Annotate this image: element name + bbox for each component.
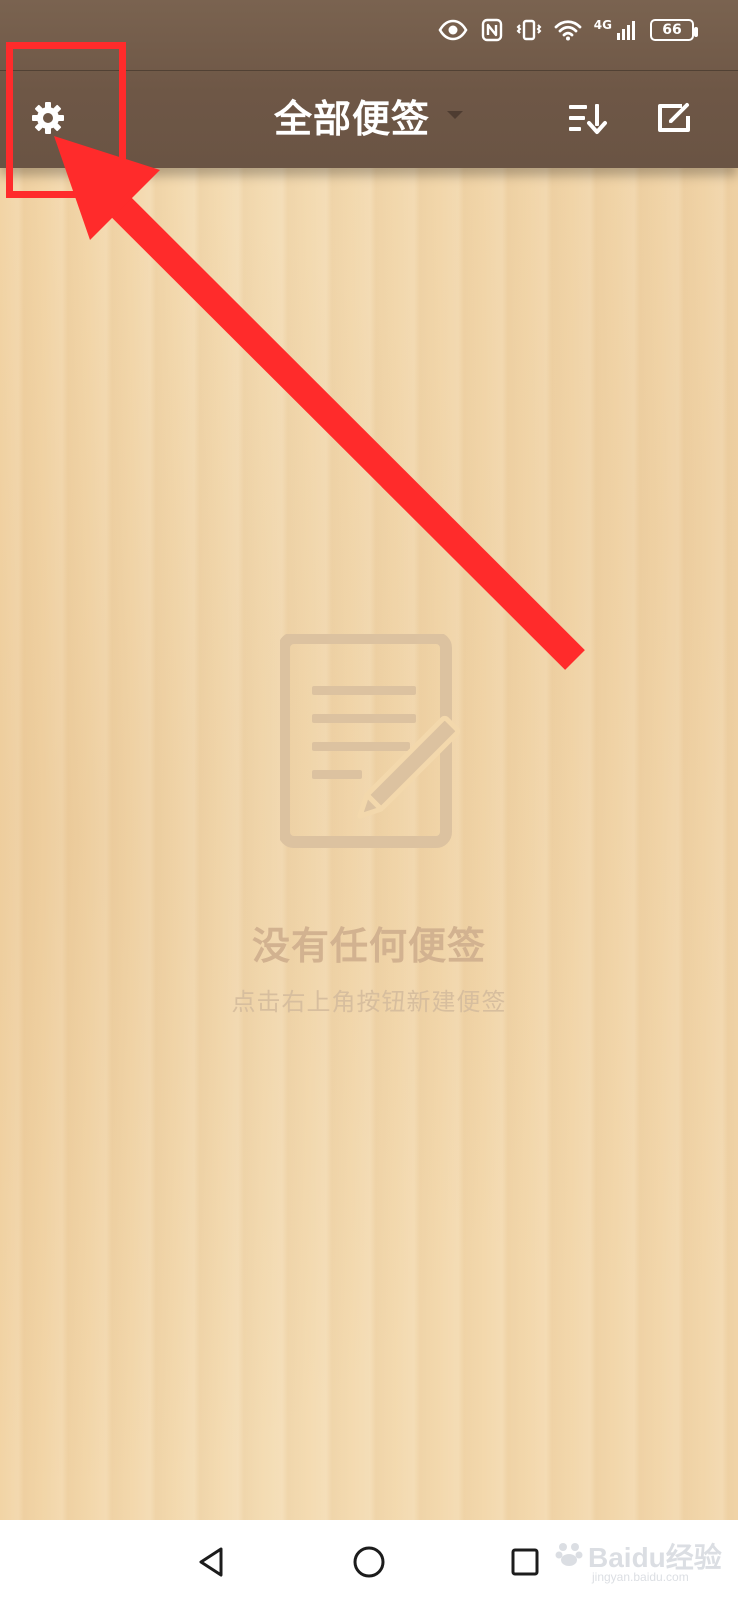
circle-home-icon [351,1544,387,1584]
page-title: 全部便签 [273,97,430,141]
annotation-highlight-box [6,42,126,198]
network-label: 4G [593,18,612,32]
vibrate-icon [516,18,542,42]
paw-icon [555,1543,583,1566]
nav-recents-button[interactable] [503,1542,547,1586]
baidu-watermark: Baidu经验 jingyan.baidu.com [554,1530,724,1590]
signal-4g-icon: 4G [594,19,638,41]
empty-state-title: 没有任何便签 [251,924,486,968]
status-icons: 4G 66 [438,18,698,42]
sort-icon [567,101,609,139]
nav-back-button[interactable] [190,1542,234,1586]
eye-icon [438,19,468,41]
new-note-button[interactable] [648,94,700,146]
new-note-icon [654,100,694,140]
sort-button[interactable] [562,94,614,146]
battery-level: 66 [662,22,682,38]
battery-indicator: 66 [650,19,698,41]
nfc-icon [480,18,504,42]
wifi-icon [554,19,582,41]
caret-down-icon [446,106,464,125]
watermark-subtext: jingyan.baidu.com [592,1570,689,1584]
system-navigation-bar: Baidu经验 jingyan.baidu.com [0,1520,738,1600]
empty-notes-illustration [278,632,470,848]
triangle-back-icon [195,1545,229,1583]
square-recents-icon [509,1546,541,1582]
empty-state-subtitle: 点击右上角按钮新建便签 [231,988,507,1016]
nav-home-button[interactable] [347,1542,391,1586]
